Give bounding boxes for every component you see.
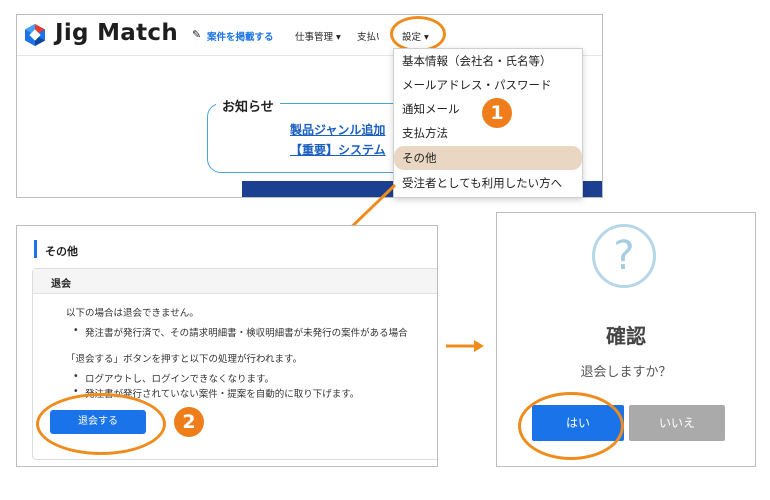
arrow-right-icon (446, 340, 484, 352)
news-link[interactable]: 【重要】システム (290, 141, 386, 158)
menu-item-email-password[interactable]: メールアドレス・パスワード (394, 73, 582, 97)
withdraw-button-highlight (36, 393, 166, 455)
brand-name[interactable]: Jig Match (55, 20, 178, 46)
nav-payment[interactable]: 支払い (357, 29, 379, 43)
dialog-title: 確認 (606, 324, 646, 348)
bullet-dot: • (73, 371, 79, 382)
cannot-withdraw-item: 発注書が発行済で、その請求明細書・検収明細書が未発行の案件がある場合 (85, 328, 408, 339)
post-job-link[interactable]: 案件を掲載する (207, 29, 274, 43)
settings-highlight (390, 16, 446, 52)
page-title: その他 (45, 245, 78, 258)
no-button[interactable]: いいえ (629, 405, 725, 441)
section-accent-bar (34, 240, 37, 258)
dialog-message: 退会しますか？ (580, 365, 672, 380)
cannot-withdraw-intro: 以下の場合は退会できません。 (66, 308, 199, 319)
news-link[interactable]: 製品ジャンル追加 (290, 121, 385, 138)
withdraw-section-title: 退会 (51, 279, 71, 290)
menu-item-other[interactable]: その他 (394, 146, 582, 170)
step-2-badge: 2 (174, 407, 204, 437)
menu-item-basic-info[interactable]: 基本情報（会社名・氏名等） (394, 49, 582, 73)
withdraw-card-header: 退会 (33, 269, 437, 294)
yes-button-highlight (518, 392, 624, 460)
bullet-dot: • (73, 325, 79, 336)
question-icon: ? (592, 224, 656, 288)
news-title: お知らせ (216, 96, 280, 115)
jig-match-logo-icon (25, 24, 45, 46)
pencil-icon: ✎ (192, 28, 202, 41)
nav-jobs[interactable]: 仕事管理 ▾ (295, 29, 341, 43)
process-intro: 「退会する」ボタンを押すと以下の処理が行われます。 (66, 354, 303, 365)
process-item: ログアウトし、ログインできなくなります。 (85, 374, 275, 385)
step-1-badge: 1 (482, 98, 512, 128)
